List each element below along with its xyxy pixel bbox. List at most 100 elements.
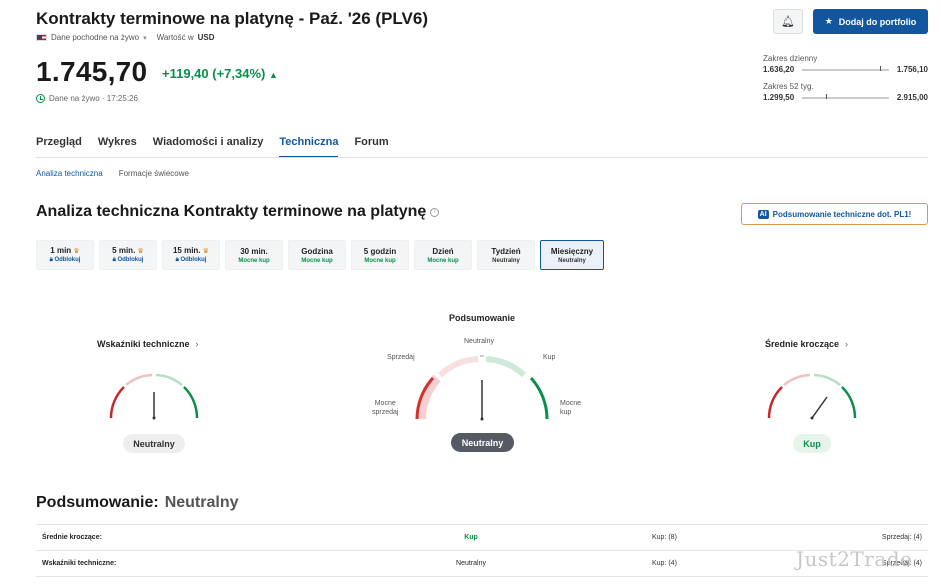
tab-forum[interactable]: Forum bbox=[354, 136, 388, 158]
gauge-buy-arc bbox=[155, 373, 183, 386]
gauge-strong-sell-arc bbox=[109, 386, 125, 419]
timeframe-value: Odblokuj bbox=[117, 257, 144, 263]
gauge-sell-arc bbox=[125, 373, 153, 386]
subtab-candlestick-patterns[interactable]: Formacje świecowe bbox=[119, 169, 189, 178]
timeframe-month[interactable]: Miesięczny Neutralny bbox=[540, 240, 604, 270]
add-portfolio-button[interactable]: ★ Dodaj do portfolio bbox=[813, 9, 928, 34]
gauge-sell-arc bbox=[783, 373, 811, 386]
subtab-technical-analysis[interactable]: Analiza techniczna bbox=[36, 169, 103, 178]
week52-range-bar bbox=[802, 93, 889, 99]
sub-tabs: Analiza techniczna Formacje świecowe bbox=[36, 169, 189, 178]
currency-label: Wartość w bbox=[156, 33, 194, 42]
timeframe-1min[interactable]: 1 min ♛ 🔒︎ Odblokuj bbox=[36, 240, 94, 270]
gauge-buy-arc bbox=[813, 373, 841, 386]
tabs-divider bbox=[36, 157, 928, 158]
arrow-up-icon: ▲ bbox=[268, 70, 278, 80]
timeframe-5min[interactable]: 5 min. ♛ 🔒︎ Odblokuj bbox=[99, 240, 157, 270]
timeframe-name: Dzień bbox=[432, 246, 454, 256]
timestamp: Dane na żywo · 17:25:26 bbox=[36, 94, 138, 103]
indicators-gauge-title[interactable]: Wskaźniki techniczne › bbox=[97, 339, 199, 349]
gauge-strong-buy-arc bbox=[841, 386, 857, 419]
timestamp-text: Dane na żywo · 17:25:26 bbox=[49, 94, 138, 103]
moving-averages-gauge-title[interactable]: Średnie kroczące › bbox=[765, 339, 848, 349]
gauge-strong-buy-arc bbox=[529, 376, 549, 420]
chevron-down-icon[interactable]: ▾ bbox=[143, 34, 147, 42]
row-buy-count: Kup: (8) bbox=[646, 524, 766, 551]
week52-range: Zakres 52 tyg. 1.299,50 2.915,00 bbox=[763, 82, 928, 102]
price-change: +119,40 (+7,34%) ▲ bbox=[162, 66, 278, 81]
summary-heading-result: Neutralny bbox=[164, 494, 239, 511]
timeframe-day[interactable]: Dzień Mocne kup bbox=[414, 240, 472, 270]
timeframe-value: Mocne kup bbox=[427, 257, 459, 264]
daily-range-bar bbox=[802, 65, 889, 71]
clock-icon bbox=[36, 94, 45, 103]
gauge-label-neutral: Neutralny bbox=[464, 338, 494, 345]
main-tabs: Przegląd Wykres Wiadomości i analizy Tec… bbox=[36, 136, 389, 158]
timeframe-name: Godzina bbox=[301, 246, 333, 256]
page-title: Kontrakty terminowe na platynę - Paź. '2… bbox=[36, 9, 428, 28]
indicators-result-badge: Neutralny bbox=[123, 434, 185, 453]
row-value: Neutralny bbox=[296, 550, 646, 577]
lock-icon: 🔒︎ bbox=[49, 257, 53, 263]
alert-button[interactable]: 🔔︎ bbox=[773, 9, 803, 34]
crown-icon: ♛ bbox=[202, 248, 210, 255]
week52-range-low: 1.299,50 bbox=[763, 93, 795, 102]
timeframe-name: 1 min bbox=[50, 246, 72, 255]
timeframe-30min[interactable]: 30 min. Mocne kup bbox=[225, 240, 283, 270]
tab-overview[interactable]: Przegląd bbox=[36, 136, 82, 158]
timeframe-name: 30 min. bbox=[240, 246, 268, 256]
ai-icon: AI bbox=[757, 209, 769, 219]
timeframe-hour[interactable]: Godzina Mocne kup bbox=[288, 240, 346, 270]
gauge-label-sell: Sprzedaj bbox=[387, 354, 415, 361]
timeframe-value: Odblokuj bbox=[180, 257, 207, 263]
data-source[interactable]: Dane pochodne na żywo bbox=[51, 33, 139, 42]
summary-result-badge: Neutralny bbox=[451, 433, 514, 452]
daily-range-low: 1.636,20 bbox=[763, 65, 795, 74]
timeframe-5hours[interactable]: 5 godzin Mocne kup bbox=[351, 240, 409, 270]
tab-news[interactable]: Wiadomości i analizy bbox=[153, 136, 264, 158]
tab-chart[interactable]: Wykres bbox=[98, 136, 137, 158]
timeframe-value: Neutralny bbox=[492, 257, 520, 264]
gauge-label-strong-sell: Mocne sprzedaj bbox=[372, 400, 399, 416]
daily-range-label: Zakres dzienny bbox=[763, 54, 818, 63]
gauge-pivot bbox=[480, 417, 484, 421]
gauge-needle bbox=[811, 396, 828, 419]
bell-plus-icon: 🔔︎ bbox=[781, 16, 795, 28]
info-icon[interactable]: i bbox=[430, 207, 440, 217]
watermark: Just2Trade bbox=[796, 547, 913, 571]
daily-range-marker bbox=[880, 65, 882, 71]
chevron-right-icon: › bbox=[845, 339, 849, 349]
week52-range-label: Zakres 52 tyg. bbox=[763, 82, 814, 91]
tab-technical[interactable]: Techniczna bbox=[279, 136, 339, 158]
indicators-gauge bbox=[109, 373, 199, 420]
instrument-meta: Dane pochodne na żywo ▾ Wartość w USD bbox=[36, 33, 215, 42]
gauge-pivot bbox=[810, 416, 814, 420]
lock-icon: 🔒︎ bbox=[175, 257, 179, 263]
summary-table: Średnie kroczące: Kup Kup: (8) Sprzedaj:… bbox=[36, 524, 928, 577]
table-row: Średnie kroczące: Kup Kup: (8) Sprzedaj:… bbox=[36, 524, 928, 551]
timeframe-week[interactable]: Tydzień Neutralny bbox=[477, 240, 535, 270]
timeframe-name: 15 min. bbox=[172, 246, 201, 255]
timeframe-value: Mocne kup bbox=[238, 257, 270, 264]
gauge-strong-sell-arc bbox=[767, 386, 783, 419]
timeframe-selector: 1 min ♛ 🔒︎ Odblokuj 5 min. ♛ 🔒︎ Odblokuj… bbox=[36, 240, 604, 270]
moving-averages-result-badge: Kup bbox=[793, 434, 831, 453]
timeframe-15min[interactable]: 15 min. ♛ 🔒︎ Odblokuj bbox=[162, 240, 220, 270]
row-buy-count: Kup: (4) bbox=[646, 550, 766, 577]
daily-range: Zakres dzienny 1.636,20 1.756,10 bbox=[763, 54, 928, 74]
analysis-title-text: Analiza techniczna Kontrakty terminowe n… bbox=[36, 203, 427, 220]
summary-heading: Podsumowanie: Neutralny bbox=[36, 494, 238, 512]
gauge-pivot bbox=[152, 416, 156, 420]
ai-summary-label: Podsumowanie techniczne dot. PL1! bbox=[772, 209, 912, 219]
timeframe-name: Tydzień bbox=[491, 246, 521, 256]
timeframe-name: 5 godzin bbox=[363, 246, 397, 256]
summary-gauge bbox=[415, 354, 549, 421]
last-price: 1.745,70 bbox=[36, 56, 148, 87]
timeframe-name: Miesięczny bbox=[550, 246, 594, 256]
gauge-buy-arc bbox=[485, 356, 527, 378]
gauge-sell-arc bbox=[437, 356, 479, 378]
table-row: Wskaźniki techniczne: Neutralny Kup: (4)… bbox=[36, 550, 928, 577]
currency: USD bbox=[197, 33, 215, 42]
ai-summary-button[interactable]: AI Podsumowanie techniczne dot. PL1! bbox=[741, 203, 928, 225]
gauge-strong-buy-arc bbox=[183, 386, 199, 419]
